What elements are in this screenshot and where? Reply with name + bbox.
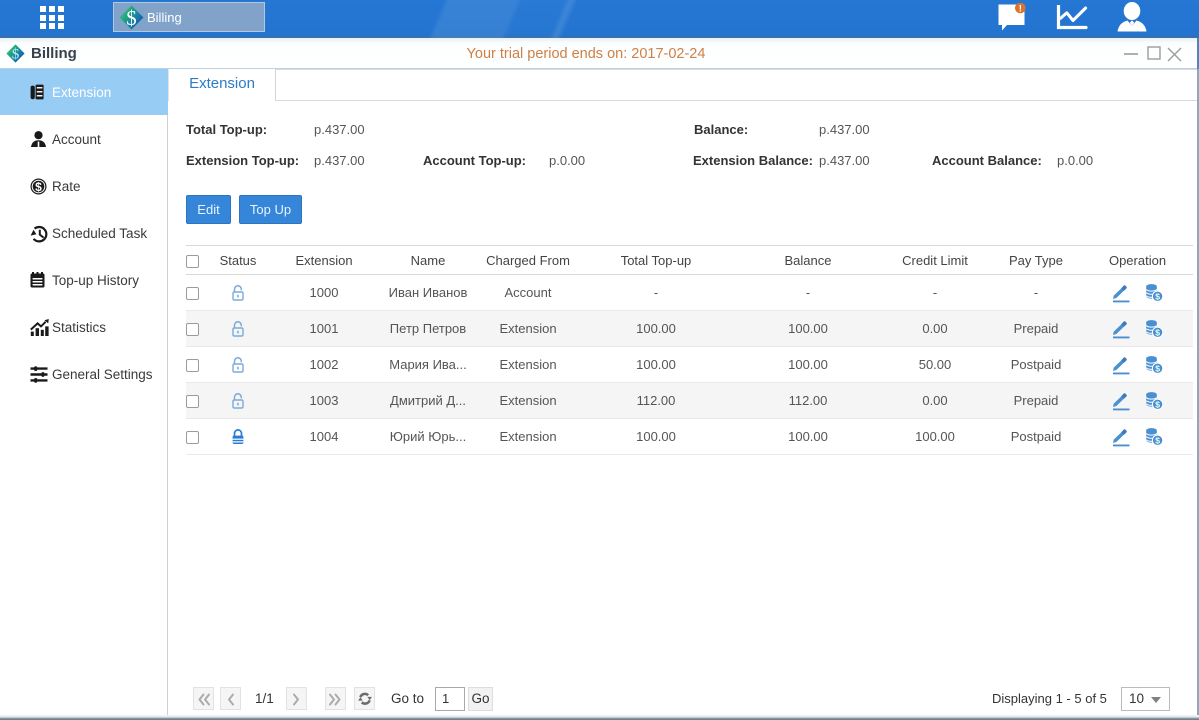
svg-text:$: $ [1155,327,1160,337]
svg-text:$: $ [1155,291,1160,301]
svg-text:$: $ [1155,435,1160,445]
svg-text:!: ! [1019,4,1022,15]
svg-text:$: $ [1155,399,1160,409]
svg-text:$: $ [126,6,136,30]
svg-text:$: $ [1155,363,1160,373]
svg-text:$: $ [35,180,42,194]
